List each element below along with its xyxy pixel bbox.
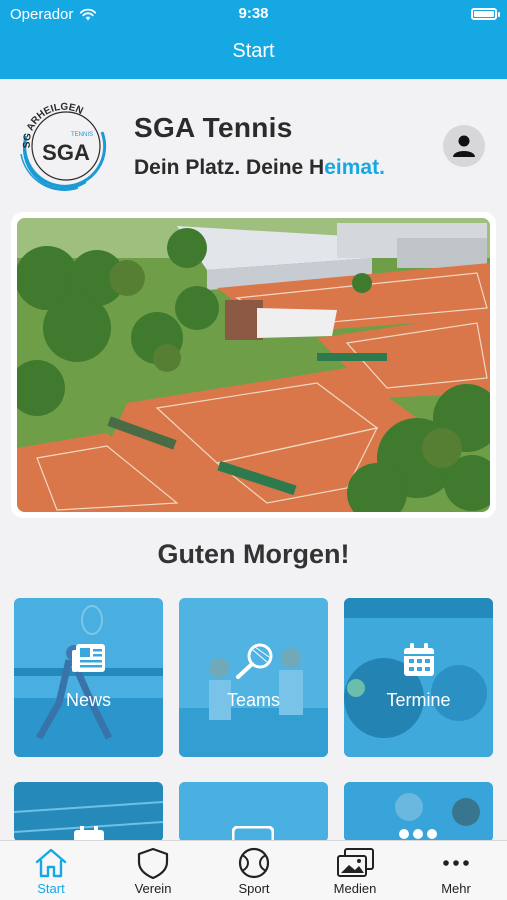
- tagline-part1: Dein Platz. Deine H: [134, 156, 325, 179]
- logo-text-main: SGA: [42, 140, 90, 165]
- club-name: SGA Tennis: [134, 112, 293, 143]
- news-tile[interactable]: News: [14, 598, 163, 757]
- tab-mehr-label: Mehr: [441, 881, 471, 896]
- profile-button[interactable]: [443, 125, 485, 167]
- tab-medien[interactable]: Medien: [315, 847, 395, 896]
- tab-sport-label: Sport: [238, 881, 270, 896]
- tab-start-label: Start: [37, 881, 65, 896]
- tab-medien-label: Medien: [333, 881, 377, 896]
- calendar-icon: [344, 642, 493, 678]
- teams-tile-label: Teams: [226, 690, 280, 710]
- club-aerial-photo: [17, 218, 490, 512]
- shield-icon: [137, 847, 169, 879]
- tab-sport[interactable]: Sport: [214, 847, 294, 896]
- person-icon: [453, 135, 475, 157]
- tile-row2-3[interactable]: [344, 782, 493, 842]
- club-tagline: Dein Platz. Deine Heimat.: [134, 156, 385, 180]
- tab-bar: Start Verein Sport Medien Mehr: [0, 840, 507, 900]
- tab-mehr[interactable]: Mehr: [416, 847, 496, 896]
- battery-icon: [471, 8, 500, 20]
- tab-verein[interactable]: Verein: [113, 847, 193, 896]
- page-title: Start: [232, 40, 275, 62]
- tab-verein-label: Verein: [134, 881, 172, 896]
- newspaper-icon: [14, 642, 163, 674]
- news-tile-overlay: [14, 598, 163, 757]
- termine-tile-label: Termine: [386, 690, 451, 710]
- teams-tile[interactable]: Teams: [179, 598, 328, 757]
- more-icon: [443, 860, 469, 866]
- tennis-ball-icon: [238, 847, 270, 879]
- tagline-part2: eimat.: [324, 156, 385, 179]
- news-tile-label: News: [65, 690, 111, 710]
- termine-tile[interactable]: Termine: [344, 598, 493, 757]
- home-icon: [35, 848, 67, 878]
- more-icon: [399, 829, 437, 839]
- logo-text-small: TENNIS: [71, 132, 93, 138]
- status-time: 9:38: [238, 5, 269, 22]
- gallery-icon: [337, 848, 374, 877]
- club-photo-card: [11, 212, 496, 518]
- tennis-racket-icon: [179, 642, 328, 680]
- club-logo: SG ARHEILGEN TENNIS SGA: [20, 102, 107, 191]
- tab-start[interactable]: Start: [11, 847, 91, 896]
- tile-row2-1[interactable]: [14, 782, 163, 842]
- greeting-heading: Guten Morgen!: [157, 539, 350, 569]
- club-header: SG ARHEILGEN TENNIS SGA SGA Tennis Dein …: [0, 79, 507, 209]
- tile-row2-2[interactable]: [179, 782, 328, 842]
- status-bar: Operador 9:38: [0, 0, 507, 28]
- navigation-bar: Operador 9:38 Start: [0, 0, 507, 79]
